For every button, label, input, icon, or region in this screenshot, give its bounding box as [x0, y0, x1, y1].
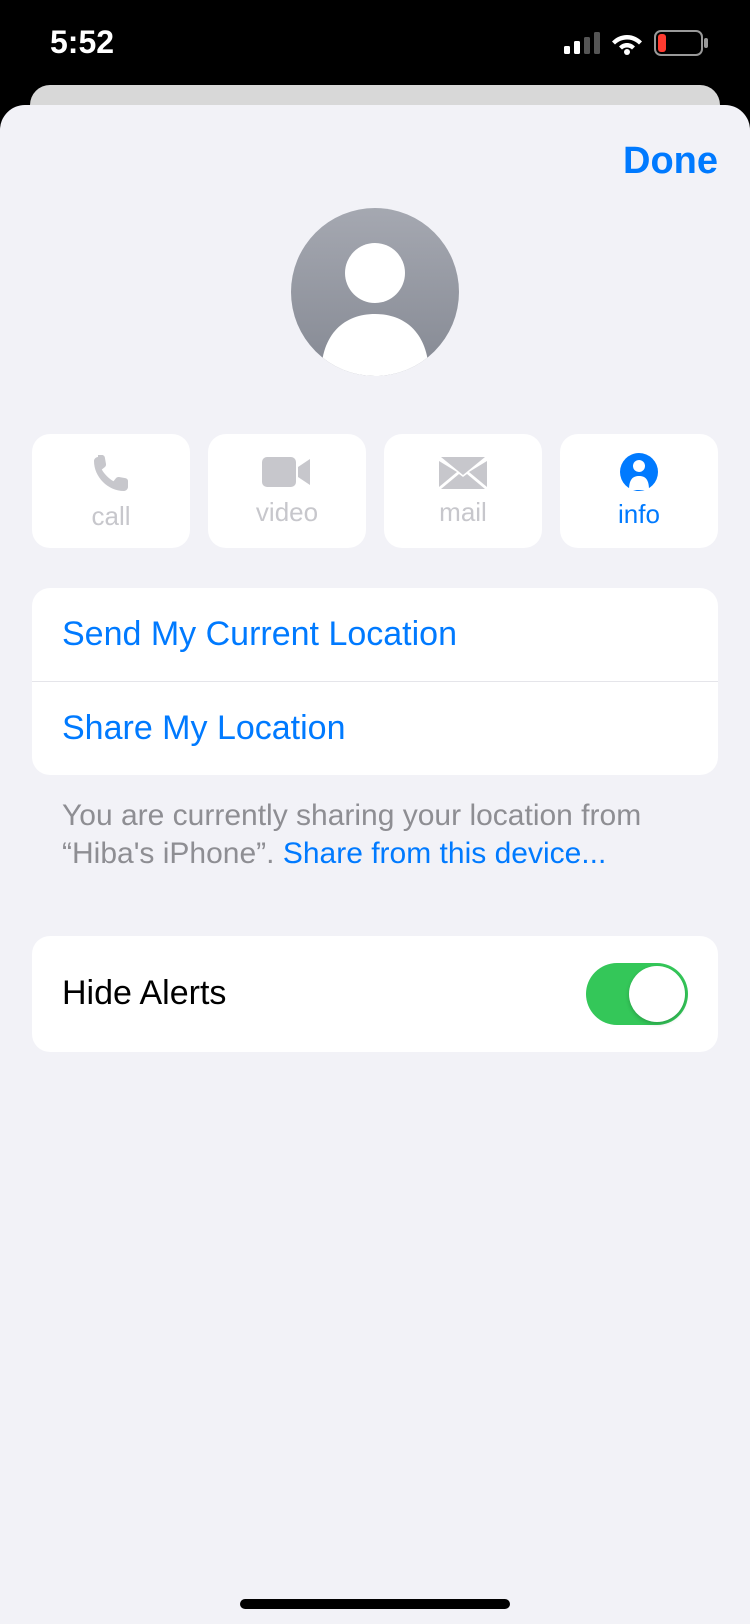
- video-button: video: [208, 434, 366, 548]
- status-icons: [564, 30, 710, 56]
- battery-icon: [654, 30, 710, 56]
- video-label: video: [256, 497, 318, 528]
- call-label: call: [91, 501, 130, 532]
- share-from-device-link[interactable]: Share from this device...: [283, 837, 606, 870]
- phone-icon: [90, 451, 132, 493]
- info-label: info: [618, 499, 660, 530]
- share-location-row[interactable]: Share My Location: [32, 682, 718, 775]
- video-icon: [262, 455, 312, 489]
- avatar-container: [0, 193, 750, 376]
- info-button[interactable]: info: [560, 434, 718, 548]
- hide-alerts-switch[interactable]: [586, 963, 688, 1025]
- wifi-icon: [610, 31, 644, 55]
- send-location-row[interactable]: Send My Current Location: [32, 588, 718, 682]
- cellular-icon: [564, 32, 600, 54]
- contact-info-sheet: Done call video: [0, 105, 750, 1624]
- action-row: call video mail info: [0, 376, 750, 588]
- sheet-header: Done: [0, 105, 750, 193]
- hide-alerts-label: Hide Alerts: [62, 974, 226, 1013]
- mail-icon: [439, 455, 487, 489]
- call-button: call: [32, 434, 190, 548]
- mail-label: mail: [439, 497, 487, 528]
- status-time: 5:52: [50, 24, 114, 61]
- location-group: Send My Current Location Share My Locati…: [32, 588, 718, 775]
- hide-alerts-group: Hide Alerts: [32, 936, 718, 1052]
- person-icon: [291, 208, 459, 376]
- avatar[interactable]: [291, 208, 459, 376]
- status-bar: 5:52: [0, 0, 750, 85]
- mail-button: mail: [384, 434, 542, 548]
- hide-alerts-row: Hide Alerts: [32, 936, 718, 1052]
- info-icon: [620, 453, 658, 491]
- share-location-label: Share My Location: [62, 709, 346, 748]
- home-indicator[interactable]: [240, 1599, 510, 1609]
- send-location-label: Send My Current Location: [62, 615, 457, 654]
- location-footer: You are currently sharing your location …: [0, 775, 750, 874]
- done-button[interactable]: Done: [623, 140, 718, 183]
